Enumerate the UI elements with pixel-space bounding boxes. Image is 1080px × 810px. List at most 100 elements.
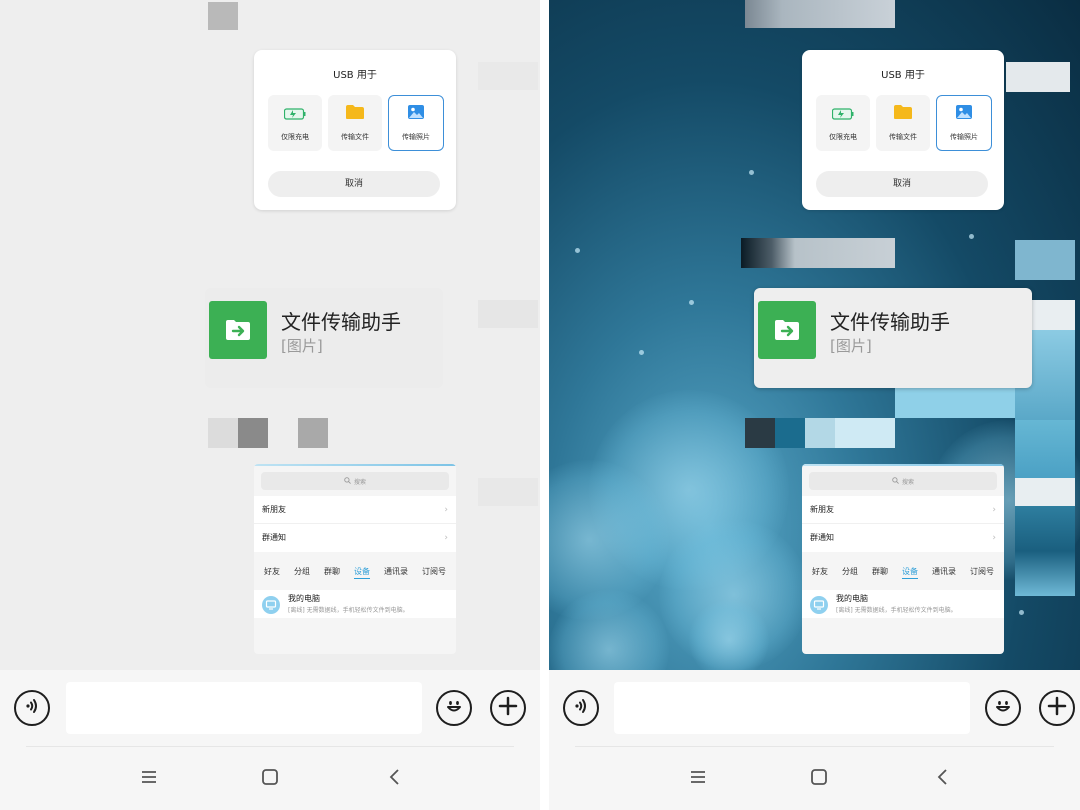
- contacts-card: 搜索 新朋友 › 群通知 › 好友 分组 群聊 设备 通讯录 订阅号 我的电脑 …: [254, 464, 456, 654]
- chat-input-bar: [549, 670, 1080, 810]
- usb-dialog: USB 用于 仅限充电 传输文件 传输照片 取消: [254, 50, 456, 210]
- chat-input-bar: [0, 670, 540, 810]
- nav-home-button[interactable]: [806, 766, 832, 792]
- tab-group-chats[interactable]: 群聊: [324, 566, 340, 579]
- nav-menu-button[interactable]: [136, 766, 162, 792]
- usb-dialog-title: USB 用于: [333, 70, 377, 81]
- search-input[interactable]: 搜索: [261, 472, 449, 490]
- device-item-my-computer[interactable]: 我的电脑 [离线] 无需数据线，手机轻松传文件到电脑。: [802, 590, 1004, 618]
- file-transfer-card[interactable]: 文件传输助手 [图片]: [205, 288, 443, 388]
- list-item-label: 群通知: [262, 533, 286, 542]
- usb-option-transfer-files[interactable]: 传输文件: [328, 95, 382, 151]
- censor-mosaic: [1006, 62, 1070, 92]
- emoji-icon: [442, 694, 466, 722]
- back-chevron-icon: [935, 768, 951, 790]
- list-item-new-friends[interactable]: 新朋友 ›: [254, 496, 456, 524]
- tab-address-book[interactable]: 通讯录: [932, 566, 956, 579]
- device-name: 我的电脑: [836, 594, 868, 603]
- tab-devices[interactable]: 设备: [902, 566, 918, 579]
- message-input[interactable]: [614, 682, 970, 734]
- nav-home-button[interactable]: [257, 766, 283, 792]
- panel-divider: [540, 0, 549, 810]
- censor-mosaic: [835, 418, 895, 448]
- search-icon: [344, 476, 351, 486]
- usb-option-transfer-photos[interactable]: 传输照片: [388, 95, 444, 151]
- search-placeholder: 搜索: [353, 478, 366, 486]
- wallpaper-bokeh: [689, 600, 769, 680]
- chevron-right-icon: ›: [992, 533, 996, 543]
- wallpaper-dot: [575, 248, 580, 253]
- tab-groups[interactable]: 分组: [294, 566, 310, 579]
- usb-option-label: 仅限充电: [829, 132, 857, 141]
- voice-button[interactable]: [563, 690, 599, 726]
- photo-icon: [407, 104, 425, 124]
- censor-mosaic: [478, 62, 538, 90]
- list-item-new-friends[interactable]: 新朋友 ›: [802, 496, 1004, 524]
- contacts-tabs: 好友 分组 群聊 设备 通讯录 订阅号: [264, 566, 446, 579]
- chat-preview: [图片]: [830, 337, 872, 355]
- tab-groups[interactable]: 分组: [842, 566, 858, 579]
- wallpaper-dot: [969, 234, 974, 239]
- separator: [575, 746, 1054, 747]
- plus-button[interactable]: [490, 690, 526, 726]
- tab-subscriptions[interactable]: 订阅号: [422, 566, 446, 579]
- emoji-button[interactable]: [436, 690, 472, 726]
- menu-icon: [140, 769, 158, 789]
- chevron-right-icon: ›: [444, 533, 448, 543]
- censor-mosaic: [1015, 478, 1075, 506]
- censor-mosaic: [238, 418, 268, 448]
- tab-group-chats[interactable]: 群聊: [872, 566, 888, 579]
- cancel-button[interactable]: 取消: [816, 171, 988, 197]
- tab-friends[interactable]: 好友: [264, 566, 280, 579]
- list-item-label: 群通知: [810, 533, 834, 542]
- usb-options: 仅限充电 传输文件 传输照片: [268, 95, 444, 151]
- voice-button[interactable]: [14, 690, 50, 726]
- censor-mosaic: [1015, 420, 1075, 480]
- censor-mosaic: [1015, 240, 1075, 280]
- nav-back-button[interactable]: [382, 766, 408, 792]
- device-item-my-computer[interactable]: 我的电脑 [离线] 无需数据线，手机轻松传文件到电脑。: [254, 590, 456, 618]
- chevron-right-icon: ›: [444, 505, 448, 515]
- list-item-label: 新朋友: [262, 505, 286, 514]
- chat-title: 文件传输助手: [830, 310, 950, 334]
- list-item-group-notices[interactable]: 群通知 ›: [802, 524, 1004, 552]
- search-icon: [892, 476, 899, 486]
- plus-button[interactable]: [1039, 690, 1075, 726]
- search-input[interactable]: 搜索: [809, 472, 997, 490]
- censor-mosaic: [478, 300, 538, 328]
- list-item-group-notices[interactable]: 群通知 ›: [254, 524, 456, 552]
- photo-icon: [955, 104, 973, 124]
- tab-friends[interactable]: 好友: [812, 566, 828, 579]
- cancel-button[interactable]: 取消: [268, 171, 440, 197]
- card-top-line: [254, 464, 456, 466]
- censor-mosaic: [895, 388, 1015, 418]
- usb-option-transfer-files[interactable]: 传输文件: [876, 95, 930, 151]
- emoji-button[interactable]: [985, 690, 1021, 726]
- usb-dialog-title: USB 用于: [881, 70, 925, 81]
- tab-devices[interactable]: 设备: [354, 566, 370, 579]
- card-top-line: [802, 464, 1004, 466]
- file-transfer-icon: [758, 301, 816, 359]
- nav-menu-button[interactable]: [685, 766, 711, 792]
- tab-subscriptions[interactable]: 订阅号: [970, 566, 994, 579]
- back-chevron-icon: [387, 768, 403, 790]
- usb-option-label: 传输照片: [402, 133, 430, 141]
- wallpaper-dot: [639, 350, 644, 355]
- censor-mosaic: [298, 418, 328, 448]
- usb-option-charge-only[interactable]: 仅限充电: [268, 95, 322, 151]
- folder-icon: [893, 104, 913, 124]
- usb-option-label: 传输文件: [341, 133, 369, 141]
- chat-title: 文件传输助手: [281, 310, 401, 334]
- message-input[interactable]: [66, 682, 422, 734]
- censor-mosaic: [208, 2, 238, 30]
- wallpaper-dot: [689, 300, 694, 305]
- censor-mosaic: [775, 418, 805, 448]
- usb-option-charge-only[interactable]: 仅限充电: [816, 95, 870, 151]
- tab-address-book[interactable]: 通讯录: [384, 566, 408, 579]
- usb-option-label: 传输文件: [889, 133, 917, 141]
- file-transfer-card[interactable]: 文件传输助手 [图片]: [754, 288, 1032, 388]
- usb-option-transfer-photos[interactable]: 传输照片: [936, 95, 992, 151]
- usb-option-label: 仅限充电: [281, 132, 309, 141]
- nav-back-button[interactable]: [930, 766, 956, 792]
- censor-mosaic: [208, 418, 238, 448]
